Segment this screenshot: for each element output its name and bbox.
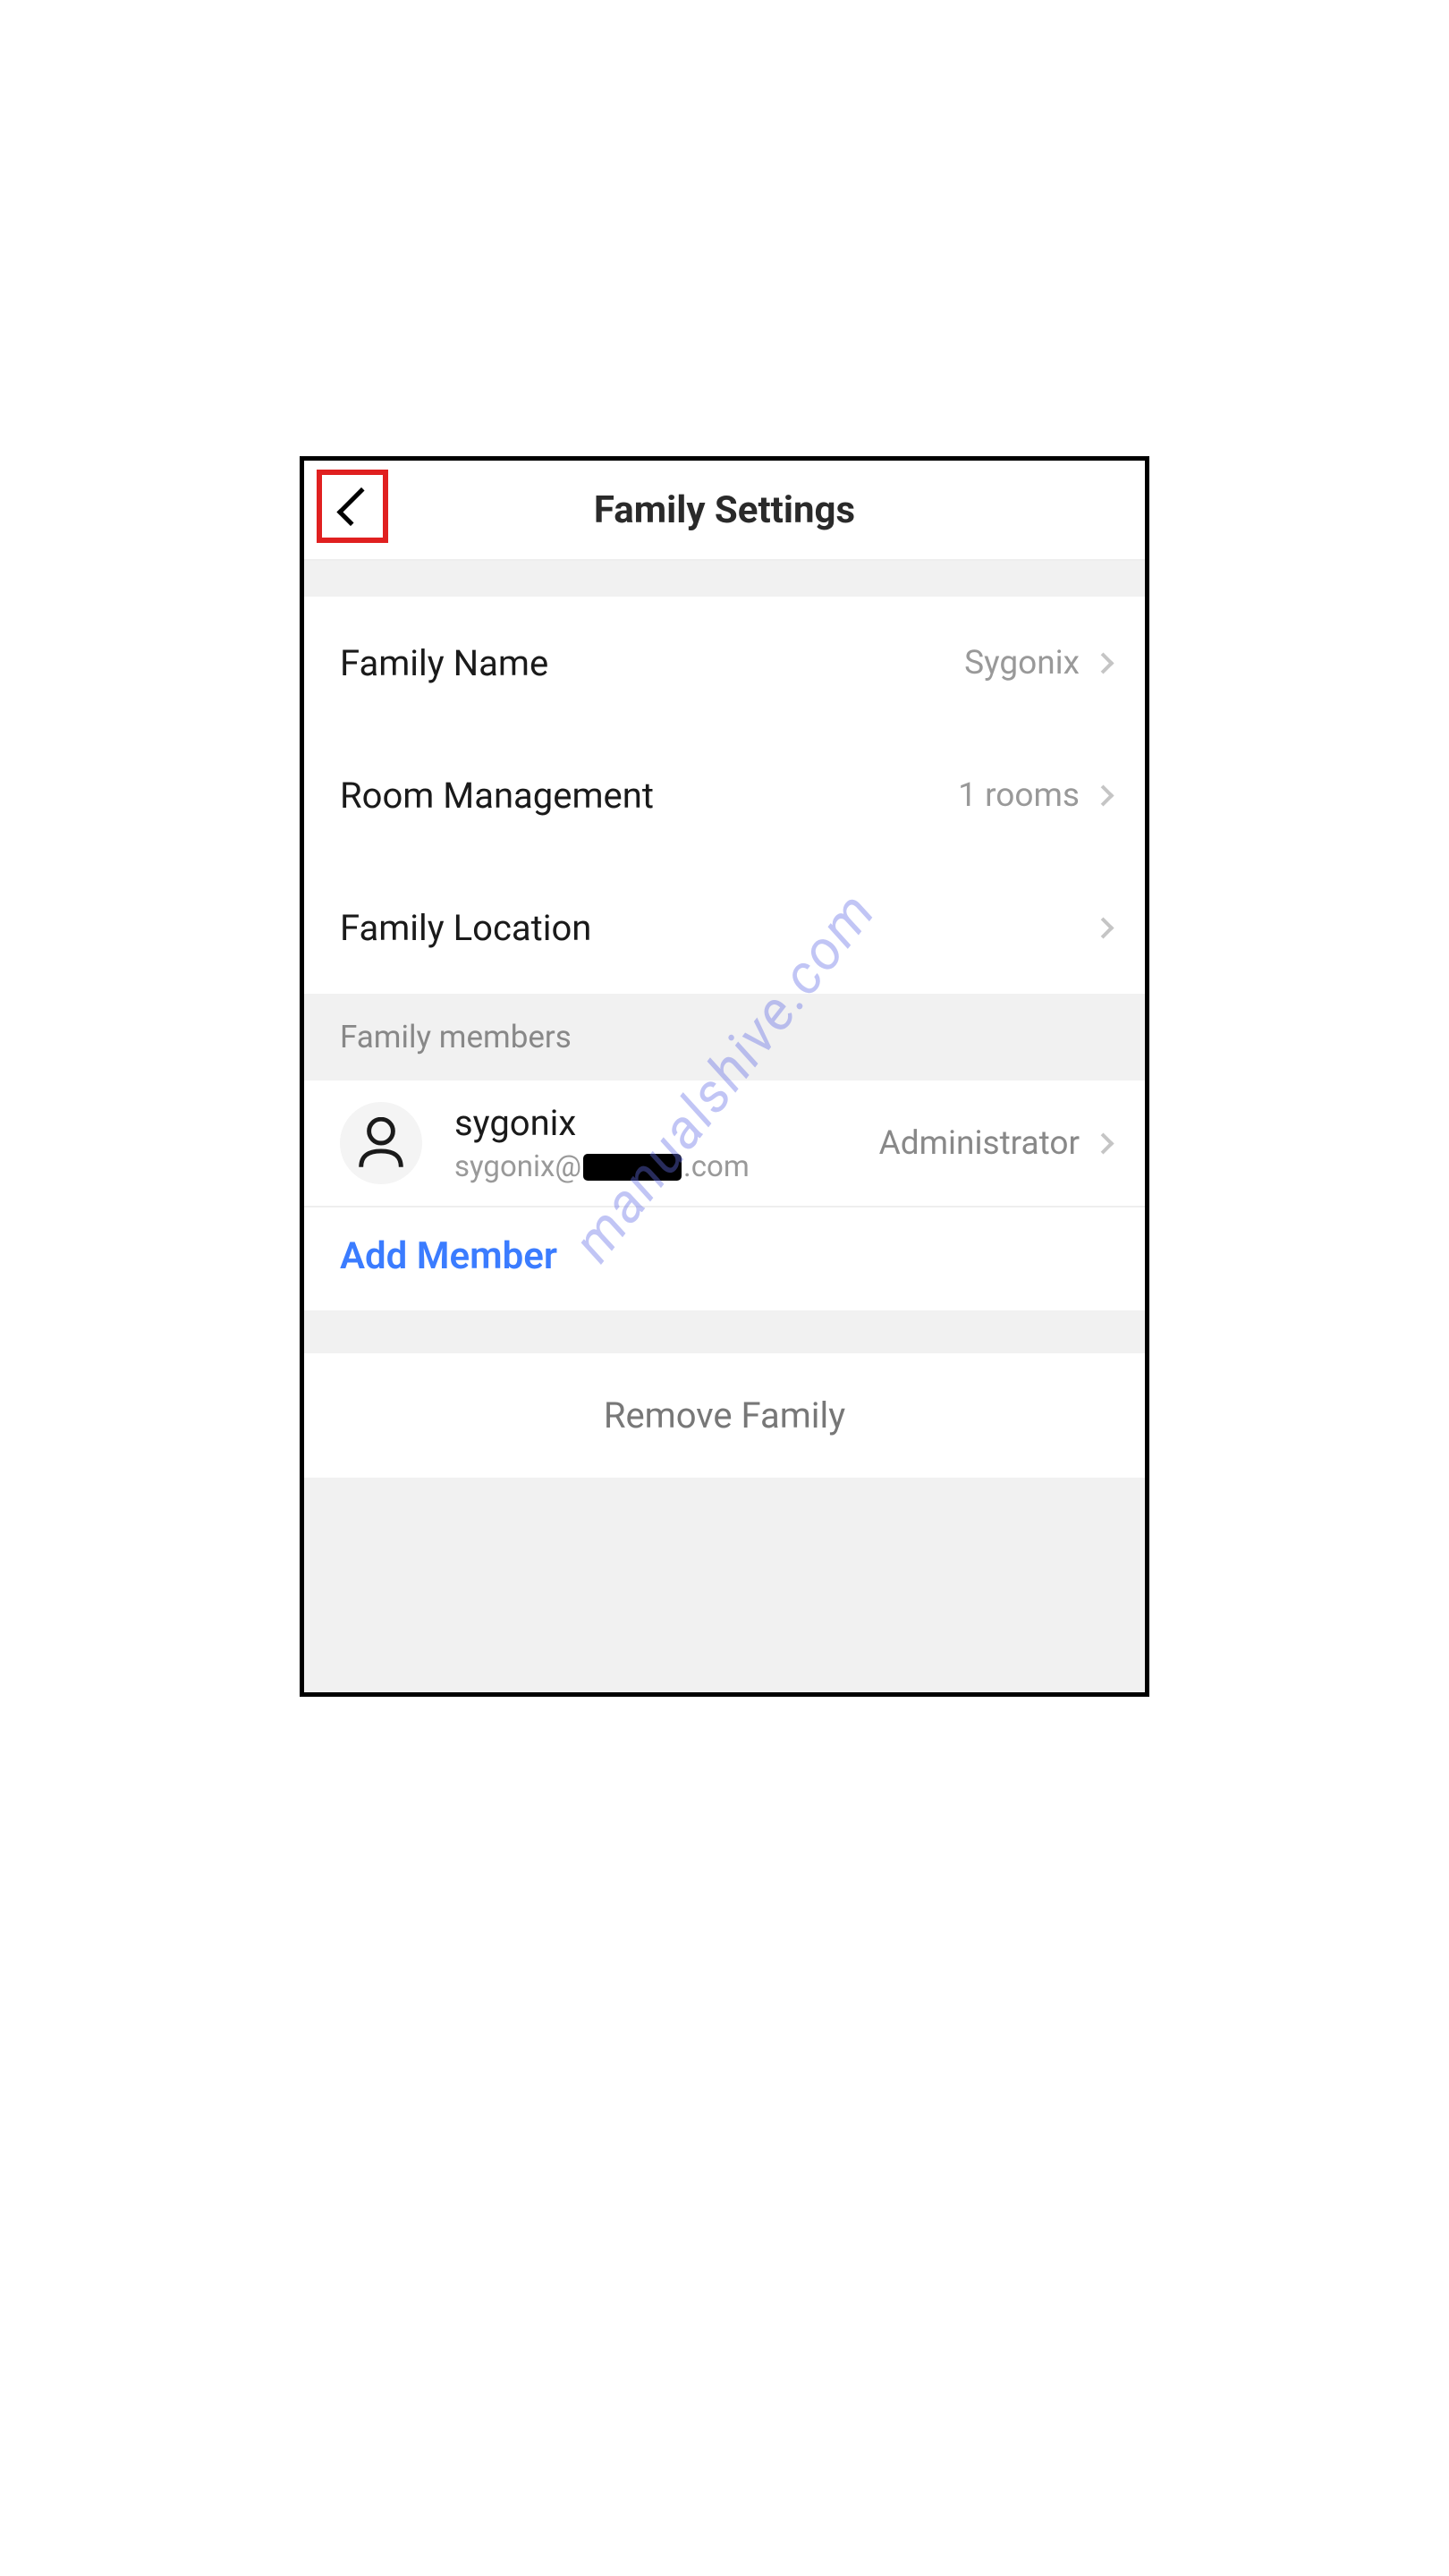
chevron-right-icon (1092, 917, 1114, 938)
family-name-label: Family Name (340, 642, 548, 684)
chevron-right-icon (1092, 784, 1114, 806)
room-management-row[interactable]: Room Management 1 rooms (304, 729, 1145, 861)
family-location-row[interactable]: Family Location (304, 861, 1145, 994)
avatar (340, 1102, 422, 1184)
add-member-button[interactable]: Add Member (304, 1208, 1145, 1310)
member-email: sygonix@.com (454, 1149, 879, 1184)
redacted-text (583, 1154, 682, 1181)
bottom-fill (304, 1478, 1145, 1692)
family-settings-screen: Family Settings Family Name Sygonix Room… (300, 456, 1149, 1697)
section-gap (304, 1310, 1145, 1353)
member-name: sygonix (454, 1102, 879, 1144)
family-name-value: Sygonix (964, 644, 1080, 682)
member-row[interactable]: sygonix sygonix@.com Administrator (304, 1080, 1145, 1208)
chevron-right-icon (1092, 1132, 1114, 1154)
page-title: Family Settings (304, 488, 1145, 532)
members-section-header: Family members (304, 994, 1145, 1080)
remove-family-button[interactable]: Remove Family (304, 1353, 1145, 1478)
back-button[interactable] (322, 475, 383, 538)
header-bar: Family Settings (304, 461, 1145, 561)
member-role: Administrator (879, 1124, 1080, 1163)
family-location-label: Family Location (340, 907, 591, 949)
room-management-value: 1 rooms (958, 776, 1080, 815)
chevron-left-icon (336, 487, 375, 525)
back-button-highlight (317, 470, 388, 543)
settings-list: Family Name Sygonix Room Management 1 ro… (304, 597, 1145, 994)
room-management-label: Room Management (340, 775, 654, 817)
family-name-row[interactable]: Family Name Sygonix (304, 597, 1145, 729)
person-icon (357, 1117, 405, 1169)
member-info: sygonix sygonix@.com (454, 1102, 879, 1184)
chevron-right-icon (1092, 652, 1114, 674)
section-gap (304, 561, 1145, 597)
